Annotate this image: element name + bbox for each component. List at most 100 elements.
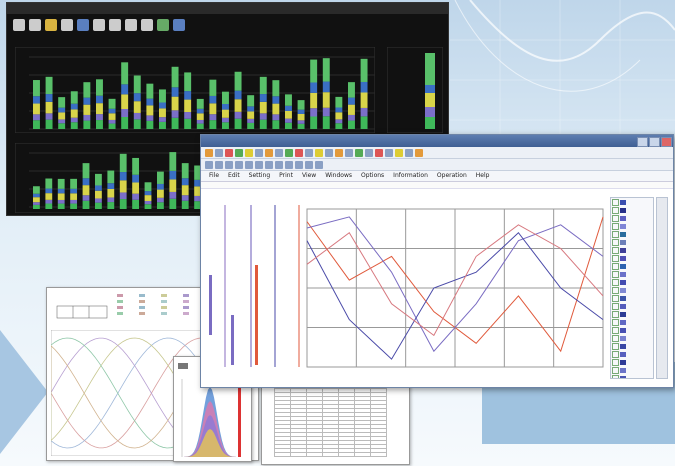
menu-item-print[interactable]: Print (279, 171, 293, 181)
menu-item-options[interactable]: Options (361, 171, 384, 181)
menu-item-windows[interactable]: Windows (325, 171, 352, 181)
legend-item[interactable] (611, 342, 653, 350)
grid-icon[interactable] (109, 19, 121, 31)
toolbar-button-icon[interactable] (385, 148, 393, 157)
legend-item[interactable] (611, 278, 653, 286)
maximize-button[interactable] (649, 137, 660, 147)
legend-item[interactable] (611, 222, 653, 230)
legend-item[interactable] (611, 238, 653, 246)
toolbar-button-icon[interactable] (335, 148, 343, 157)
legend-item[interactable] (611, 262, 653, 270)
menu-item-operation[interactable]: Operation (437, 171, 467, 181)
legend-item[interactable] (611, 230, 653, 238)
toolbar-button-icon[interactable] (235, 148, 243, 157)
toolbar-button-icon[interactable] (365, 148, 373, 157)
menu-item-file[interactable]: File (209, 171, 219, 181)
checkbox[interactable] (612, 230, 619, 238)
checkbox[interactable] (612, 318, 619, 326)
toolbar-button-icon[interactable] (275, 160, 283, 169)
toolbar-button-icon[interactable] (205, 148, 213, 157)
legend-item[interactable] (611, 366, 653, 374)
checkbox[interactable] (612, 342, 619, 350)
checkbox[interactable] (612, 206, 619, 214)
toolbar-button-icon[interactable] (295, 148, 303, 157)
toolbar-button-icon[interactable] (405, 148, 413, 157)
toolbar-button-icon[interactable] (215, 160, 223, 169)
legend-item[interactable] (611, 246, 653, 254)
legend-item[interactable] (611, 302, 653, 310)
table-icon[interactable] (141, 19, 153, 31)
checkbox[interactable] (612, 302, 619, 310)
toolbar-button-icon[interactable] (255, 160, 263, 169)
checkbox[interactable] (612, 294, 619, 302)
window-icon[interactable] (125, 19, 137, 31)
checkbox[interactable] (612, 366, 619, 374)
toolbar-button-icon[interactable] (415, 148, 423, 157)
checkbox[interactable] (612, 350, 619, 358)
checkbox[interactable] (612, 198, 619, 206)
toolbar-button-icon[interactable] (315, 160, 323, 169)
legend-item[interactable] (611, 270, 653, 278)
legend-item[interactable] (611, 198, 653, 206)
checkbox[interactable] (612, 270, 619, 278)
toolbar-button-icon[interactable] (235, 160, 243, 169)
checkbox[interactable] (612, 238, 619, 246)
legend-item[interactable] (611, 286, 653, 294)
checkbox[interactable] (612, 374, 619, 378)
minimize-button[interactable] (637, 137, 648, 147)
legend-item[interactable] (611, 374, 653, 378)
toolbar-button-icon[interactable] (285, 148, 293, 157)
close-button[interactable] (661, 137, 672, 147)
window-icon[interactable] (93, 19, 105, 31)
toolbar-button-icon[interactable] (315, 148, 323, 157)
legend-item[interactable] (611, 254, 653, 262)
monitor-icon[interactable] (77, 19, 89, 31)
menu-item-help[interactable]: Help (476, 171, 490, 181)
toolbar-button-icon[interactable] (255, 148, 263, 157)
checkbox[interactable] (612, 358, 619, 366)
checkbox[interactable] (612, 286, 619, 294)
toolbar-button-icon[interactable] (305, 160, 313, 169)
toolbar-button-icon[interactable] (245, 148, 253, 157)
checkbox[interactable] (612, 222, 619, 230)
legend-item[interactable] (611, 310, 653, 318)
legend-item[interactable] (611, 318, 653, 326)
toolbar-button-icon[interactable] (305, 148, 313, 157)
toolbar-button-icon[interactable] (225, 160, 233, 169)
chart-icon[interactable] (45, 19, 57, 31)
toolbar-button-icon[interactable] (225, 148, 233, 157)
checkbox[interactable] (612, 334, 619, 342)
checkbox[interactable] (612, 310, 619, 318)
legend-scrollbar[interactable] (656, 197, 668, 379)
legend-item[interactable] (611, 294, 653, 302)
toolbar-button-icon[interactable] (215, 148, 223, 157)
forward-icon[interactable] (173, 19, 185, 31)
home-icon[interactable] (61, 19, 73, 31)
toolbar-button-icon[interactable] (265, 148, 273, 157)
legend-item[interactable] (611, 334, 653, 342)
toolbar-button-icon[interactable] (295, 160, 303, 169)
toolbar-button-icon[interactable] (355, 148, 363, 157)
legend-item[interactable] (611, 358, 653, 366)
checkbox[interactable] (612, 214, 619, 222)
toolbar-button-icon[interactable] (285, 160, 293, 169)
trend-chart[interactable] (203, 195, 607, 383)
checkbox[interactable] (612, 262, 619, 270)
toolbar-button-icon[interactable] (275, 148, 283, 157)
legend-item[interactable] (611, 206, 653, 214)
toolbar-button-icon[interactable] (205, 160, 213, 169)
back-icon[interactable] (157, 19, 169, 31)
home-icon[interactable] (13, 19, 25, 31)
legend-item[interactable] (611, 326, 653, 334)
toolbar-button-icon[interactable] (245, 160, 253, 169)
toolbar-button-icon[interactable] (325, 148, 333, 157)
checkbox[interactable] (612, 246, 619, 254)
toolbar-button-icon[interactable] (265, 160, 273, 169)
toolbar-button-icon[interactable] (345, 148, 353, 157)
legend-item[interactable] (611, 214, 653, 222)
checkbox[interactable] (612, 278, 619, 286)
menu-item-view[interactable]: View (302, 171, 316, 181)
toolbar-button-icon[interactable] (375, 148, 383, 157)
toolbar-button-icon[interactable] (395, 148, 403, 157)
checkbox[interactable] (612, 254, 619, 262)
